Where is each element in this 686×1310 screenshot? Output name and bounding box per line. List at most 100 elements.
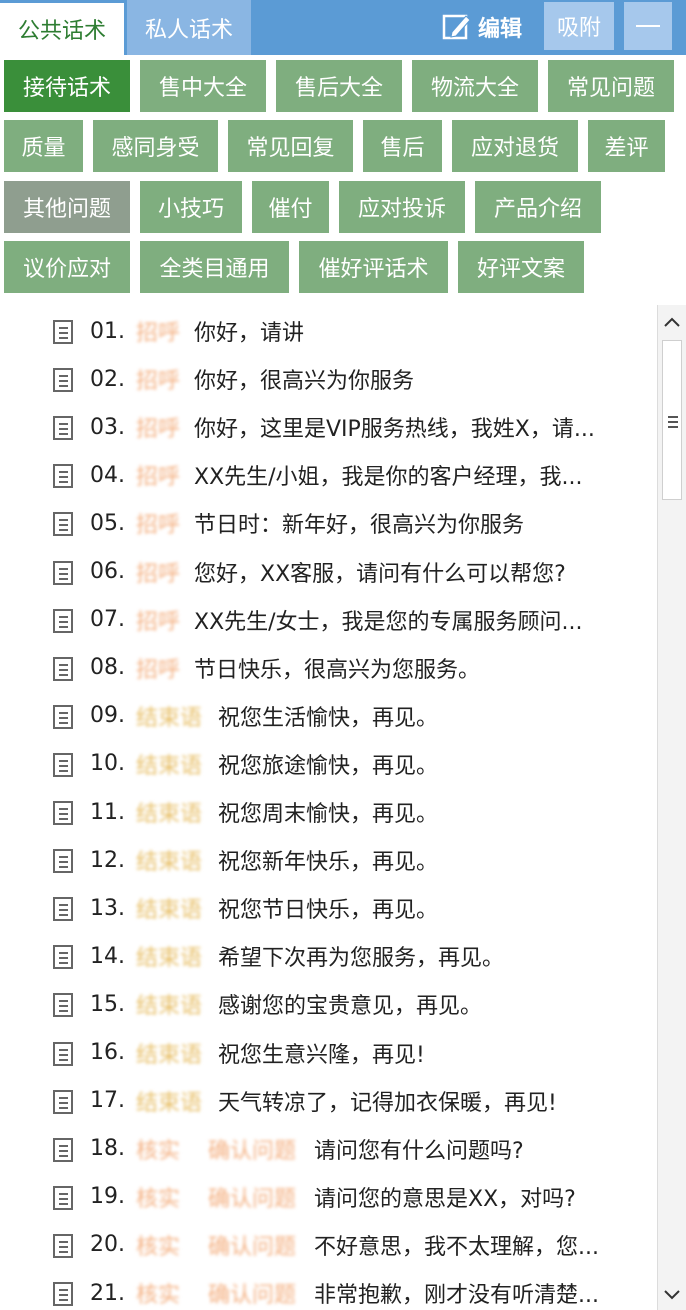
category-button[interactable]: 催付 [252,181,329,233]
pin-button[interactable]: 吸附 [544,2,614,50]
category-button[interactable]: 议价应对 [4,241,130,293]
item-text: 您好，XX客服，请问有什么可以帮您? [194,561,566,587]
category-button[interactable]: 催好评话术 [299,241,448,293]
title-bar: 公共话术 私人话术 编辑 吸附 [0,0,686,55]
edit-button[interactable]: 编辑 [442,6,522,48]
category-button[interactable]: 售后 [363,120,442,172]
item-text: XX先生/女士，我是您的专属服务顾问... [194,609,583,635]
item-number: 15. [90,991,125,1017]
category-button[interactable]: 质量 [4,120,83,172]
list-item[interactable]: 07. 招呼 XX先生/女士，我是您的专属服务顾问... [0,596,656,644]
list-item[interactable]: 15. 结束语 感谢您的宝贵意见，再见。 [0,980,656,1028]
list-item[interactable]: 13. 结束语 祝您节日快乐，再见。 [0,884,656,932]
document-icon [53,752,73,777]
scroll-down-button[interactable] [660,1282,684,1308]
item-text: 你好，很高兴为你服务 [194,369,415,395]
category-button[interactable]: 全类目通用 [140,241,289,293]
item-text: 祝您节日快乐，再见。 [218,898,439,924]
category-button[interactable]: 应对退货 [452,120,578,172]
category-button[interactable]: 物流大全 [412,60,538,112]
item-text: 你好，这里是VIP服务热线，我姓X，请... [194,417,595,443]
category-button[interactable]: 感同身受 [93,120,218,172]
category-button[interactable]: 接待话术 [4,60,130,112]
item-number: 17. [90,1088,125,1114]
list-item[interactable]: 17. 结束语 天气转凉了，记得加衣保暖，再见! [0,1077,656,1125]
list-item[interactable]: 11. 结束语 祝您周末愉快，再见。 [0,788,656,836]
item-number: 06. [90,559,125,584]
item-number: 05. [90,510,125,536]
list-item[interactable]: 03. 招呼 你好，这里是VIP服务热线，我姓X，请... [0,403,656,451]
item-text: 祝您新年快乐，再见。 [218,850,439,876]
item-text: 请问您有什么问题吗? [314,1138,524,1164]
item-tag: 结束语 [136,850,203,876]
item-text: 祝您生活愉快，再见。 [218,705,439,731]
item-number: 03. [90,414,125,440]
list-item[interactable]: 01. 招呼 你好，请讲 [0,307,656,355]
list-item[interactable]: 18. 核实 确认问题 请问您有什么问题吗? [0,1125,656,1173]
category-button[interactable]: 常见回复 [228,120,353,172]
item-tag: 结束语 [136,802,203,827]
category-button[interactable]: 应对投诉 [339,181,465,233]
category-button[interactable]: 小技巧 [140,181,242,233]
item-text: 请问您的意思是XX，对吗? [314,1186,576,1212]
list-item[interactable]: 21. 核实 确认问题 非常抱歉，刚才没有听清楚... [0,1269,656,1310]
item-tag-secondary: 确认问题 [208,1234,297,1260]
list-item[interactable]: 19. 核实 确认问题 请问您的意思是XX，对吗? [0,1173,656,1221]
item-number: 09. [90,703,125,729]
item-tag: 结束语 [136,898,203,924]
item-tag: 招呼 [136,657,181,683]
item-tag-secondary: 确认问题 [208,1186,297,1212]
list-item[interactable]: 06. 招呼 您好，XX客服，请问有什么可以帮您? [0,548,656,596]
document-icon [53,849,73,874]
script-list: 01. 招呼 你好，请讲 02. 招呼 你好，很高兴为你服务 03. 招呼 你好，这里是VIP服… [0,305,656,1310]
document-icon [53,416,73,441]
item-number: 18. [90,1136,125,1162]
item-number: 08. [90,655,125,681]
item-tag: 结束语 [136,1042,203,1068]
chevron-down-icon [664,1290,680,1300]
list-item[interactable]: 12. 结束语 祝您新年快乐，再见。 [0,836,656,884]
list-item[interactable]: 05. 招呼 节日时：新年好，很高兴为你服务 [0,499,656,547]
list-item[interactable]: 10. 结束语 祝您旅途愉快，再见。 [0,740,656,788]
tab-private-scripts[interactable]: 私人话术 [127,0,251,55]
item-number: 07. [90,607,125,633]
tab-public-scripts[interactable]: 公共话术 [0,0,124,55]
item-tag: 结束语 [136,946,203,972]
item-number: 21. [90,1280,125,1306]
minimize-button[interactable] [624,2,672,50]
item-tag: 招呼 [136,561,181,587]
category-button[interactable]: 售中大全 [140,60,266,112]
category-button[interactable]: 好评文案 [458,241,584,293]
list-item[interactable]: 02. 招呼 你好，很高兴为你服务 [0,355,656,403]
list-item[interactable]: 08. 招呼 节日快乐，很高兴为您服务。 [0,644,656,692]
scrollbar[interactable] [657,305,686,1310]
item-text: 节日时：新年好，很高兴为你服务 [194,513,525,539]
item-text: 希望下次再为您服务，再见。 [218,946,505,972]
item-tag-secondary: 确认问题 [208,1283,297,1308]
item-tag: 招呼 [136,417,181,443]
list-item[interactable]: 20. 核实 确认问题 不好意思，我不太理解，您... [0,1221,656,1269]
category-button[interactable]: 常见问题 [548,60,674,112]
category-button[interactable]: 售后大全 [276,60,402,112]
list-item[interactable]: 14. 结束语 希望下次再为您服务，再见。 [0,932,656,980]
item-number: 11. [90,799,125,825]
category-panel: 接待话术 售中大全 售后大全 物流大全 常见问题 质量 感同身受 常见回复 售后… [0,55,686,305]
item-number: 13. [90,895,125,921]
list-item[interactable]: 16. 结束语 祝您生意兴隆，再见! [0,1029,656,1077]
document-icon [53,1185,73,1210]
list-item[interactable]: 09. 结束语 祝您生活愉快，再见。 [0,692,656,740]
list-item[interactable]: 04. 招呼 XX先生/小姐，我是你的客户经理，我... [0,451,656,499]
document-icon [53,320,73,344]
category-button[interactable]: 差评 [588,120,665,172]
document-icon [53,993,73,1018]
item-number: 16. [90,1040,125,1065]
category-button[interactable]: 其他问题 [4,181,130,233]
document-icon [53,1233,73,1258]
document-icon [53,1137,73,1162]
item-tag: 核实 [136,1138,181,1164]
scroll-up-button[interactable] [660,309,684,335]
category-button[interactable]: 产品介绍 [475,181,601,233]
item-text: 祝您周末愉快，再见。 [218,802,439,827]
item-number: 01. [90,318,125,344]
scroll-thumb[interactable] [662,340,682,500]
